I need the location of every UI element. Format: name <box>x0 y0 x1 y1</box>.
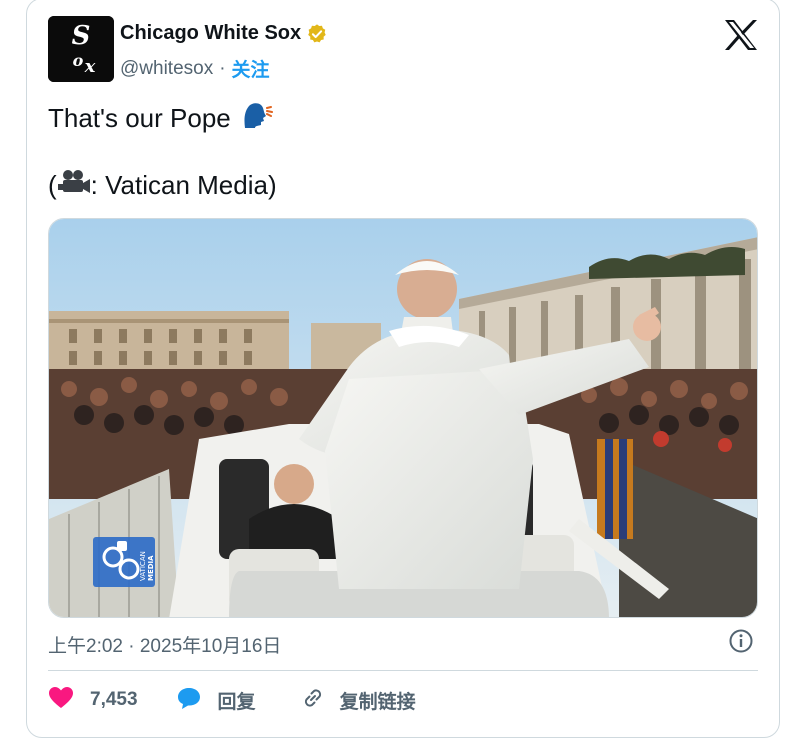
copy-link-label: 复制链接 <box>339 691 416 713</box>
copy-link-button[interactable]: 复制链接 <box>300 685 416 716</box>
info-icon[interactable] <box>728 628 754 659</box>
watermark-line-1: VATICAN <box>139 551 147 581</box>
handle-separator: · <box>219 57 226 79</box>
like-count: 7,453 <box>90 689 138 710</box>
action-bar: 7,453 回复 复制链接 <box>48 682 416 718</box>
credit-text: : Vatican Media) <box>90 170 277 200</box>
link-icon <box>300 685 326 716</box>
reply-button[interactable]: 回复 <box>176 686 256 715</box>
svg-text:x: x <box>84 56 96 77</box>
verified-badge-icon <box>306 23 328 45</box>
svg-text:o: o <box>73 51 84 70</box>
tweet-text-line-2: ( : Vatican Media) <box>48 168 277 203</box>
divider <box>48 670 758 671</box>
tweet-video[interactable]: VATICAN MEDIA <box>48 218 758 618</box>
tweet-timestamp[interactable]: 上午2:02 · 2025年10月16日 <box>48 631 281 658</box>
speaking-head-icon <box>241 100 273 137</box>
x-logo-icon[interactable] <box>722 18 760 57</box>
tweet-text-line-1: That's our Pope <box>48 100 273 137</box>
avatar[interactable]: S o x <box>48 16 114 82</box>
handle-row: @whitesox · 关注 <box>120 55 270 82</box>
follow-button[interactable]: 关注 <box>232 55 270 82</box>
reply-label: 回复 <box>217 691 256 713</box>
movie-camera-icon <box>57 168 91 203</box>
display-name[interactable]: Chicago White Sox <box>120 22 301 45</box>
svg-text:S: S <box>72 21 91 51</box>
author-name-row: Chicago White Sox <box>120 22 328 45</box>
reply-bubble-icon <box>176 686 202 715</box>
handle[interactable]: @whitesox <box>120 58 213 80</box>
watermark-line-2: MEDIA <box>147 555 155 581</box>
like-button[interactable]: 7,453 <box>48 686 138 715</box>
heart-icon <box>48 686 74 715</box>
tweet-text: That's our Pope <box>48 103 231 133</box>
credit-open-paren: ( <box>48 170 57 200</box>
